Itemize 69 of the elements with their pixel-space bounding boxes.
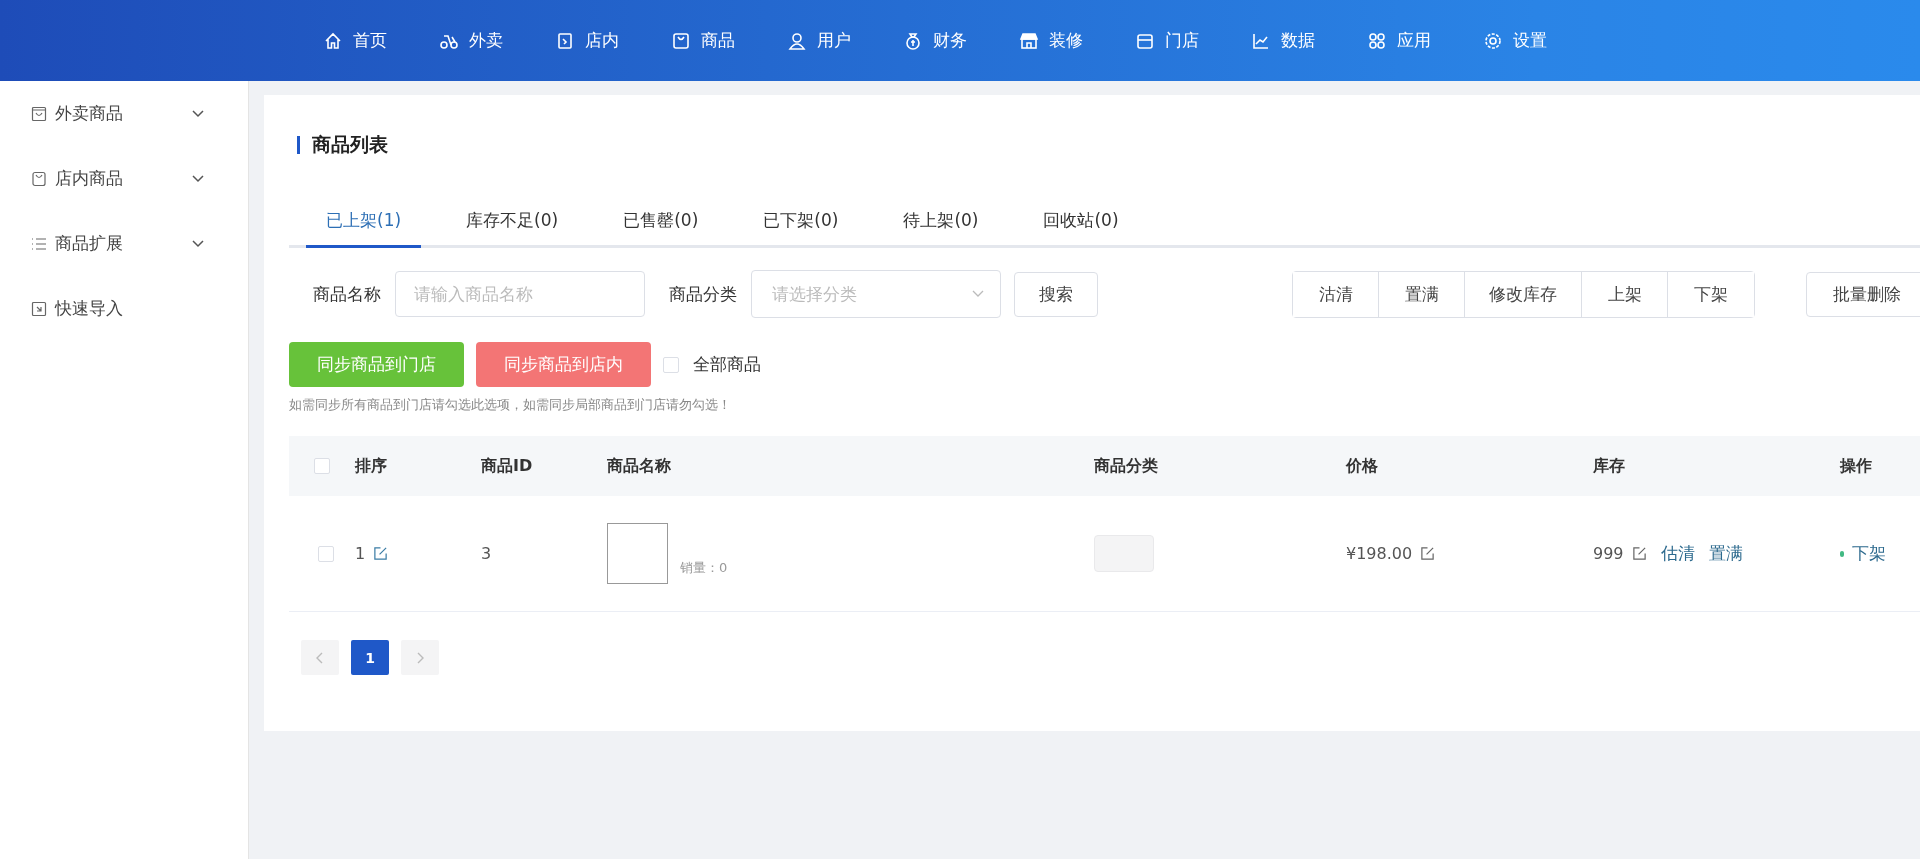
tab[interactable]: 已上架(1) xyxy=(306,195,422,248)
checkbox[interactable] xyxy=(314,458,330,474)
edit-icon[interactable] xyxy=(1631,546,1647,561)
nav-icon xyxy=(1367,30,1387,51)
nav-link[interactable]: 店内 xyxy=(555,29,671,52)
page-button[interactable]: 1 xyxy=(351,640,389,675)
nav-link[interactable]: 应用 xyxy=(1367,29,1483,52)
batch-action-button[interactable]: 沽清 xyxy=(1293,271,1379,317)
table-cell: 1 xyxy=(355,544,366,563)
column-header: 商品分类 xyxy=(1094,455,1158,477)
tab[interactable]: 已售罄(0) xyxy=(603,195,719,248)
nav-link[interactable]: 外卖 xyxy=(439,29,555,52)
tab[interactable]: 已下架(0) xyxy=(743,195,859,248)
table-cell: 999 xyxy=(1593,544,1624,563)
table-cell: ¥198.00 xyxy=(1346,544,1413,563)
unlist-link[interactable]: 下架 xyxy=(1852,542,1886,565)
column-header: 排序 xyxy=(355,455,387,477)
checkbox[interactable] xyxy=(318,545,334,562)
chevron-down-icon xyxy=(972,290,984,298)
nav-icon xyxy=(671,30,691,51)
sidebar-item[interactable]: 店内商品 xyxy=(0,146,248,211)
sidebar-item[interactable]: 外卖商品 xyxy=(0,81,248,146)
nav-icon xyxy=(1483,30,1503,51)
field-label: 商品名称 xyxy=(313,282,381,306)
hint-text: 如需同步所有商品到门店请勾选此选项，如需同步局部商品到门店请勿勾选！ xyxy=(289,396,732,414)
nav-link[interactable]: 用户 xyxy=(787,29,903,52)
tab[interactable]: 库存不足(0) xyxy=(446,195,579,248)
nav-link[interactable]: 首页 xyxy=(323,29,439,52)
product-name-input[interactable]: 请输入商品名称 xyxy=(395,271,645,317)
page-title: 商品列表 xyxy=(312,132,388,157)
nav-link[interactable]: 门店 xyxy=(1135,29,1251,52)
edit-icon[interactable] xyxy=(373,546,389,561)
nav-icon xyxy=(903,30,923,51)
column-header: 商品ID xyxy=(481,455,533,477)
sidebar-icon xyxy=(31,105,47,122)
chevron-left-icon xyxy=(316,651,324,664)
edit-icon[interactable] xyxy=(1420,546,1436,561)
nav-link[interactable]: 设置 xyxy=(1483,29,1599,52)
sales-count: 销量：0 xyxy=(680,558,728,577)
nav-icon xyxy=(1019,30,1039,51)
image-placeholder xyxy=(607,523,668,584)
sidebar-icon xyxy=(31,170,47,187)
table-cell: 3 xyxy=(481,544,492,563)
column-header: 商品名称 xyxy=(607,455,671,477)
column-header: 库存 xyxy=(1593,455,1625,477)
nav-link[interactable]: 数据 xyxy=(1251,29,1367,52)
column-header: 价格 xyxy=(1346,455,1378,477)
nav-icon xyxy=(787,30,807,51)
nav-icon xyxy=(323,30,343,51)
sidebar-item[interactable]: 商品扩展 xyxy=(0,211,248,276)
search-button[interactable]: 搜索 xyxy=(1014,271,1098,317)
sidebar-icon xyxy=(31,300,47,317)
batch-delete-button[interactable]: 批量删除 xyxy=(1806,271,1920,317)
stock-action-link[interactable]: 置满 xyxy=(1708,542,1743,565)
nav-link[interactable]: 装修 xyxy=(1019,29,1135,52)
title-accent-bar xyxy=(297,136,300,154)
nav-icon xyxy=(555,30,575,51)
sidebar-icon xyxy=(31,235,47,252)
tab[interactable]: 回收站(0) xyxy=(1023,195,1139,248)
chevron-right-icon xyxy=(416,651,424,664)
tab[interactable]: 待上架(0) xyxy=(883,195,999,248)
checkbox[interactable] xyxy=(663,356,679,373)
sidebar-item[interactable]: 快速导入 xyxy=(0,276,248,341)
nav-link[interactable]: 财务 xyxy=(903,29,1019,52)
field-label: 商品分类 xyxy=(669,282,737,306)
nav-link[interactable]: 商品 xyxy=(671,29,787,52)
stock-action-link[interactable]: 估清 xyxy=(1660,542,1695,565)
checkbox-label: 全部商品 xyxy=(693,353,761,376)
column-header: 操作 xyxy=(1840,455,1872,477)
